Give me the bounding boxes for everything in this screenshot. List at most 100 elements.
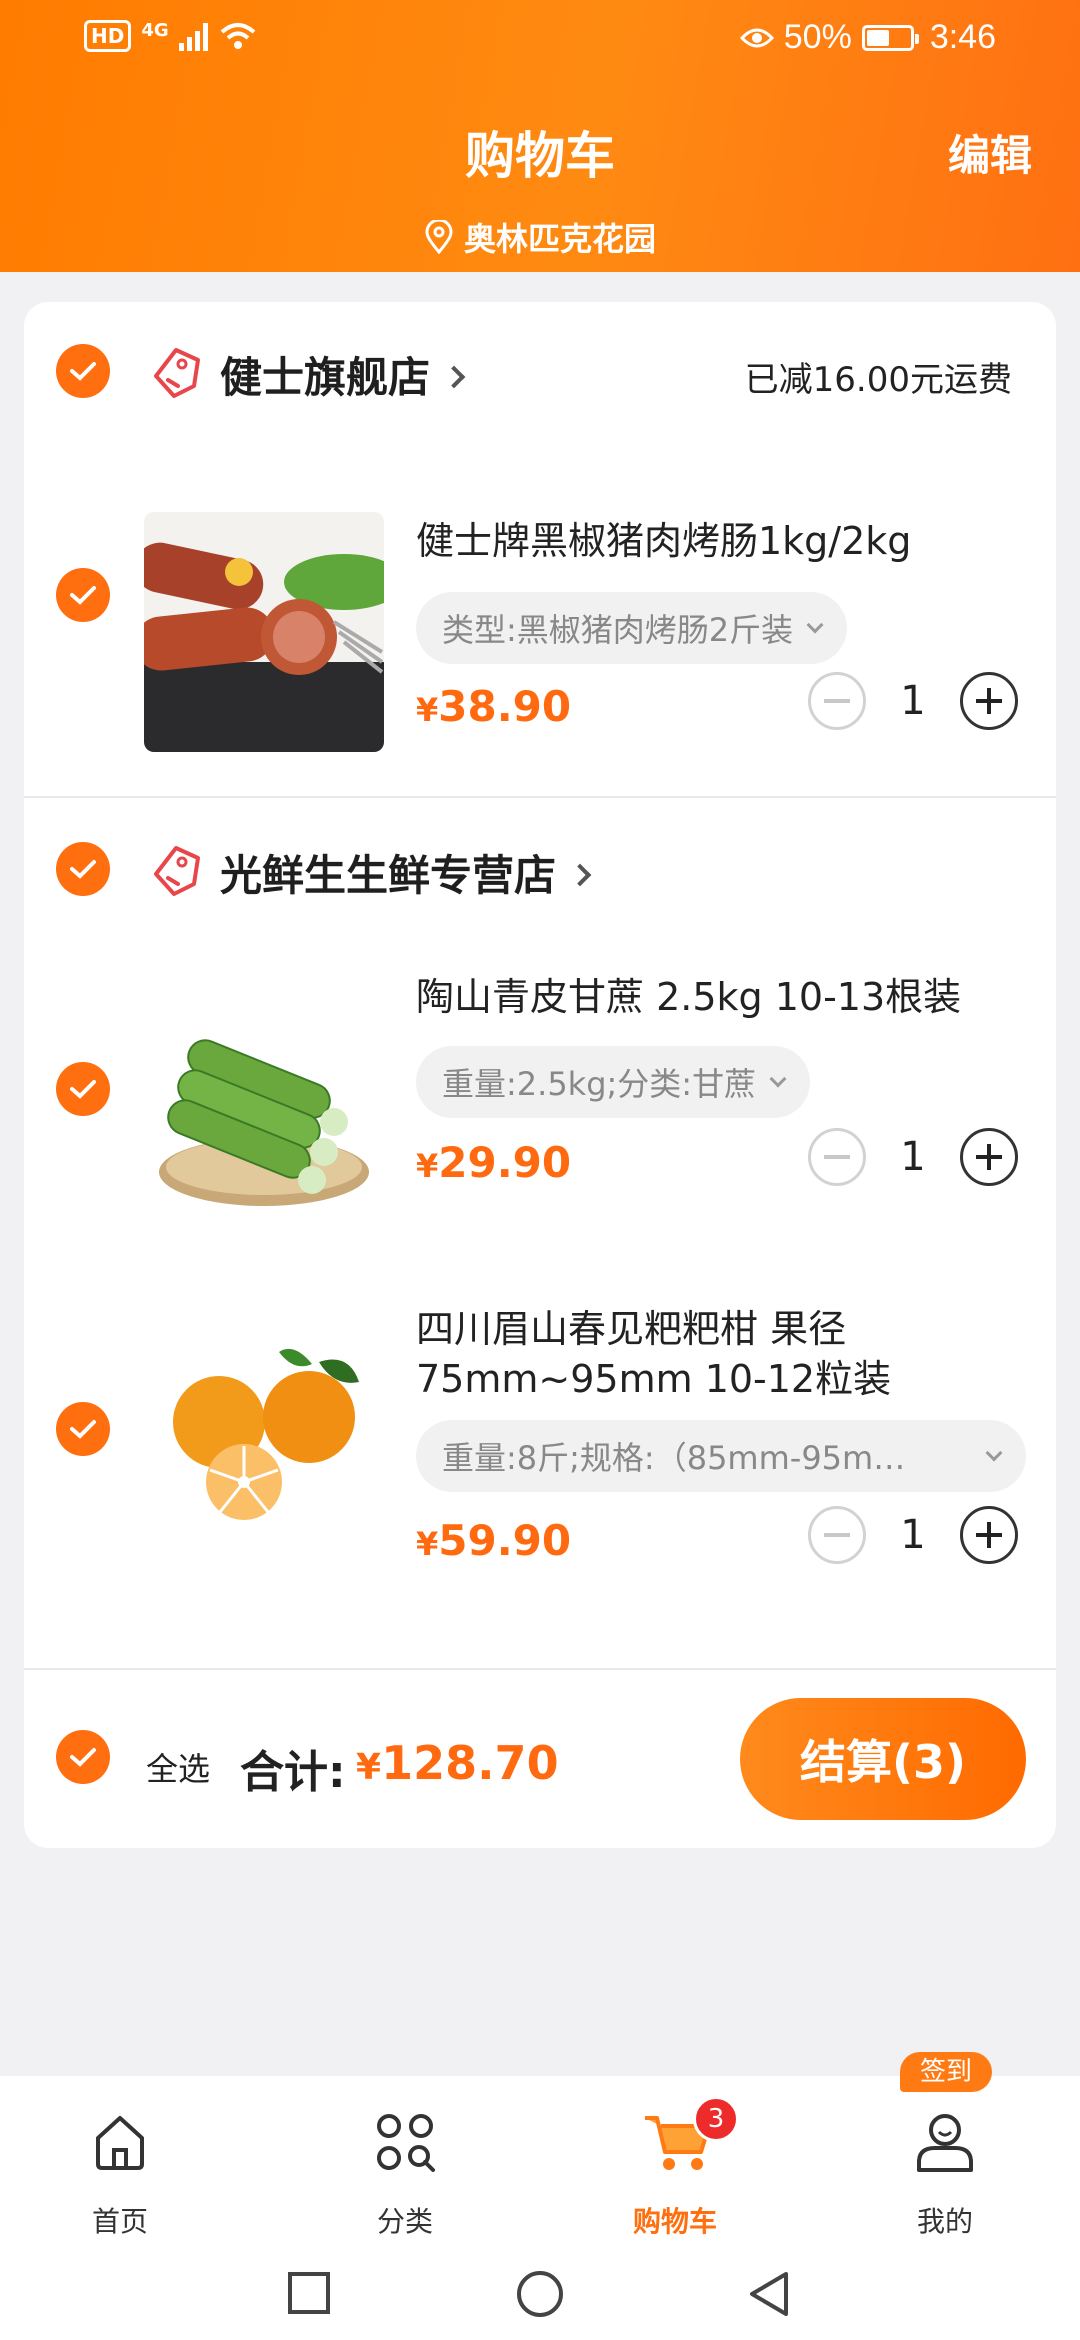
chevron-down-icon [985,1444,1003,1462]
store-name[interactable]: 光鲜生生鲜专营店 [220,842,592,903]
currency-symbol: ¥ [416,691,439,729]
quantity-stepper: 1 [808,1506,1018,1566]
spec-text: 类型:黑椒猪肉烤肠2斤装 [442,611,794,649]
product-title[interactable]: 四川眉山春见粑粑柑 果径 75mm~95mm 10-12粒装 [416,1304,1016,1404]
decrease-button[interactable] [808,1128,866,1186]
tab-home[interactable]: 首页 [30,2096,210,2246]
spec-selector[interactable]: 重量:8斤;规格:（85mm-95m… [416,1420,1026,1492]
chevron-down-icon [806,616,824,634]
spec-text: 重量:8斤;规格:（85mm-95m… [442,1439,906,1477]
quantity-value[interactable]: 1 [866,678,960,724]
checkout-button[interactable]: 结算(3) [740,1698,1026,1820]
increase-button[interactable] [960,672,1018,730]
item-checkbox[interactable] [56,1062,110,1116]
product-image-citrus[interactable] [144,1312,384,1552]
network-type: 4G [141,19,169,41]
tab-profile[interactable]: 我的 [855,2096,1035,2246]
home-icon [96,2116,144,2170]
product-image-sausage[interactable] [144,512,384,752]
item-checkbox[interactable] [56,568,110,622]
product-title[interactable]: 陶山青皮甘蔗 2.5kg 10-13根装 [416,972,1016,1022]
increase-button[interactable] [960,1128,1018,1186]
increase-button[interactable] [960,1506,1018,1564]
location-selector[interactable]: 奥林匹克花园 [0,214,1080,260]
battery-icon [861,24,919,51]
total-amount: ¥128.70 [356,1736,559,1790]
home-button[interactable] [514,2268,566,2320]
price-value: 38.90 [438,682,572,731]
store-header[interactable]: 光鲜生生鲜专营店 [24,830,1056,910]
system-navigation-bar [0,2246,1080,2340]
price-value: 59.90 [438,1516,572,1565]
signal-icon [178,21,208,51]
header: HD 4G 50% 3:46 购物车 编辑 奥林匹克花园 [0,0,1080,272]
quantity-value[interactable]: 1 [866,1134,960,1180]
check-icon [70,362,96,381]
decrease-button[interactable] [808,1506,866,1564]
product-price: ¥59.90 [416,1516,571,1565]
hd-indicator: HD [84,20,132,52]
cart-count-badge: 3 [693,2096,739,2142]
back-button[interactable] [744,2268,794,2320]
cart-card: 健士旗舰店 已减16.00元运费 健士牌黑椒猪肉烤肠1kg/2kg 类型:黑椒猪 [24,302,1056,1848]
decrease-button[interactable] [808,672,866,730]
quantity-stepper: 1 [808,1128,1018,1188]
shipping-discount-note: 已减16.00元运费 [744,360,1012,400]
spec-selector[interactable]: 类型:黑椒猪肉烤肠2斤装 [416,592,848,664]
chevron-right-icon [442,365,466,388]
check-icon [70,1748,96,1767]
check-icon [70,586,96,605]
store-name[interactable]: 健士旗舰店 [220,344,466,405]
category-icon [377,2114,435,2172]
total-label: 合计: [240,1747,346,1798]
clock: 3:46 [929,18,996,56]
wifi-icon [220,23,255,49]
product-price: ¥38.90 [416,682,571,731]
check-icon [70,1420,96,1439]
spec-text: 重量:2.5kg;分类:甘蔗 [442,1065,757,1103]
summary-divider [24,1668,1056,1670]
chevron-down-icon [769,1070,787,1088]
store-checkbox[interactable] [56,842,110,896]
location-pin-icon [425,220,453,254]
cart-item: 陶山青皮甘蔗 2.5kg 10-13根装 重量:2.5kg;分类:甘蔗 ¥29.… [24,962,1056,1282]
eye-icon [739,28,774,47]
currency-symbol: ¥ [416,1525,439,1563]
chevron-right-icon [568,863,592,886]
tab-cart[interactable]: 3 购物车 [585,2096,765,2246]
select-all-checkbox[interactable] [56,1730,110,1784]
sign-in-badge[interactable]: 签到 [900,2052,992,2092]
currency-symbol: ¥ [416,1147,439,1185]
tab-label: 首页 [91,2205,148,2238]
cart-item: 四川眉山春见粑粑柑 果径 75mm~95mm 10-12粒装 重量:8斤;规格:… [24,1292,1056,1652]
quantity-value[interactable]: 1 [866,1512,960,1558]
recent-apps-button[interactable] [284,2268,334,2318]
spec-selector[interactable]: 重量:2.5kg;分类:甘蔗 [416,1046,811,1118]
product-image-sugarcane[interactable] [144,1002,384,1242]
quantity-stepper: 1 [808,672,1018,732]
store-tag-icon [154,846,200,896]
status-bar: HD 4G 50% 3:46 [0,0,1080,80]
tab-label: 分类 [376,2205,433,2238]
tab-label: 我的 [916,2205,973,2238]
store-name-text: 光鲜生生鲜专营店 [220,851,557,900]
item-checkbox[interactable] [56,1402,110,1456]
battery-percent: 50% [783,18,852,56]
store-name-text: 健士旗舰店 [220,353,431,402]
location-text: 奥林匹克花园 [463,220,656,258]
edit-button[interactable]: 编辑 [948,122,1032,183]
tab-category[interactable]: 分类 [315,2096,495,2246]
store-header[interactable]: 健士旗舰店 已减16.00元运费 [24,332,1056,412]
store-checkbox[interactable] [56,344,110,398]
profile-icon [917,2114,973,2172]
currency-symbol: ¥ [356,1747,382,1788]
select-all-label[interactable]: 全选 [146,1744,210,1790]
tab-label: 购物车 [632,2205,717,2238]
product-title[interactable]: 健士牌黑椒猪肉烤肠1kg/2kg [416,516,1016,566]
total-value: 128.70 [381,1736,559,1790]
page-title: 购物车 [465,127,615,185]
cart-summary: 全选 合计: ¥128.70 结算(3) [0,1690,1080,1850]
store-divider [24,796,1056,798]
product-price: ¥29.90 [416,1138,571,1187]
check-icon [70,1080,96,1099]
